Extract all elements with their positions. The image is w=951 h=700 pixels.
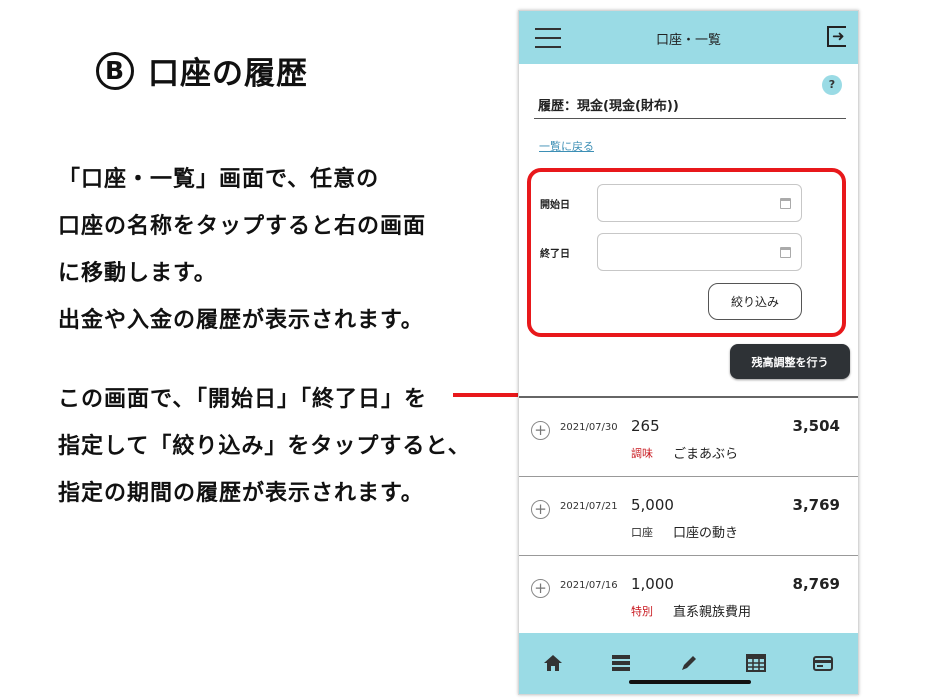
explanation-line: 指定の期間の履歴が表示されます。 <box>58 481 424 506</box>
divider <box>534 118 846 119</box>
help-icon[interactable]: ? <box>822 75 842 95</box>
end-date-label: 終了日 <box>540 249 570 260</box>
explanation-2: この画面で､「開始日」「終了日」を 指定して「絞り込み」をタップすると､ 指定の… <box>58 376 460 517</box>
explanation-line: 指定して「絞り込み」をタップすると､ <box>58 434 461 459</box>
page-heading: B 口座の履歴 <box>96 48 308 93</box>
row-date: 2021/07/21 <box>560 501 618 512</box>
history-row[interactable]: + 2021/07/16 1,000 8,769 特別 直系親族費用 <box>519 556 858 635</box>
phone-screen: 口座・一覧 ? 履歴：現金(現金(財布)) 一覧に戻る 開始日 終了日 絞り込み… <box>518 10 859 695</box>
explanation-1: 「口座・一覧」画面で、任意の 口座の名称をタップすると右の画面 に移動します。 … <box>58 156 426 344</box>
row-balance: 3,769 <box>792 496 840 514</box>
home-icon[interactable] <box>542 653 564 673</box>
row-memo: 直系親族費用 <box>673 605 752 620</box>
row-balance: 8,769 <box>792 575 840 593</box>
end-date-input[interactable] <box>597 233 802 271</box>
explanation-line: 「口座・一覧」画面で、任意の <box>58 167 380 192</box>
row-category: 特別 <box>631 605 653 618</box>
row-memo: ごまあぶら <box>673 447 739 462</box>
history-row[interactable]: + 2021/07/30 265 3,504 調味 ごまあぶら <box>519 398 858 477</box>
plus-icon[interactable]: + <box>531 421 550 440</box>
pen-icon[interactable] <box>678 653 700 673</box>
back-to-list-link[interactable]: 一覧に戻る <box>539 138 594 154</box>
filter-button[interactable]: 絞り込み <box>708 283 802 320</box>
balance-adjust-button[interactable]: 残高調整を行う <box>730 344 850 379</box>
explanation-line: 口座の名称をタップすると右の画面 <box>58 214 427 239</box>
topbar-title: 口座・一覧 <box>655 33 721 48</box>
home-indicator <box>629 680 751 684</box>
row-category: 調味 <box>631 447 653 460</box>
row-date: 2021/07/30 <box>560 422 618 433</box>
plus-icon[interactable]: + <box>531 579 550 598</box>
row-balance: 3,504 <box>792 417 840 435</box>
badge-b: B <box>96 51 134 90</box>
bottom-nav <box>519 633 858 694</box>
explanation-line: 出金や入金の履歴が表示されます。 <box>58 308 424 333</box>
calendar-icon[interactable] <box>745 653 767 673</box>
plus-icon[interactable]: + <box>531 500 550 519</box>
explanation-line: この画面で､「開始日」「終了日」を <box>58 387 428 412</box>
row-date: 2021/07/16 <box>560 580 618 591</box>
row-memo: 口座の動き <box>673 526 739 541</box>
row-amount: 1,000 <box>631 575 674 593</box>
row-amount: 5,000 <box>631 496 674 514</box>
history-row[interactable]: + 2021/07/21 5,000 3,769 口座 口座の動き <box>519 477 858 556</box>
start-date-label: 開始日 <box>540 200 570 211</box>
card-icon[interactable] <box>812 653 834 673</box>
row-amount: 265 <box>631 417 660 435</box>
history-title: 履歴：現金(現金(財布)) <box>538 99 679 114</box>
heading-text: 口座の履歴 <box>148 56 308 92</box>
start-date-input[interactable] <box>597 184 802 222</box>
row-category: 口座 <box>631 526 653 539</box>
top-bar: 口座・一覧 <box>519 11 858 64</box>
calendar-icon <box>780 198 791 209</box>
explanation-line: に移動します。 <box>58 261 217 286</box>
list-icon[interactable] <box>610 653 632 673</box>
logout-icon[interactable] <box>827 26 846 47</box>
calendar-icon <box>780 247 791 258</box>
